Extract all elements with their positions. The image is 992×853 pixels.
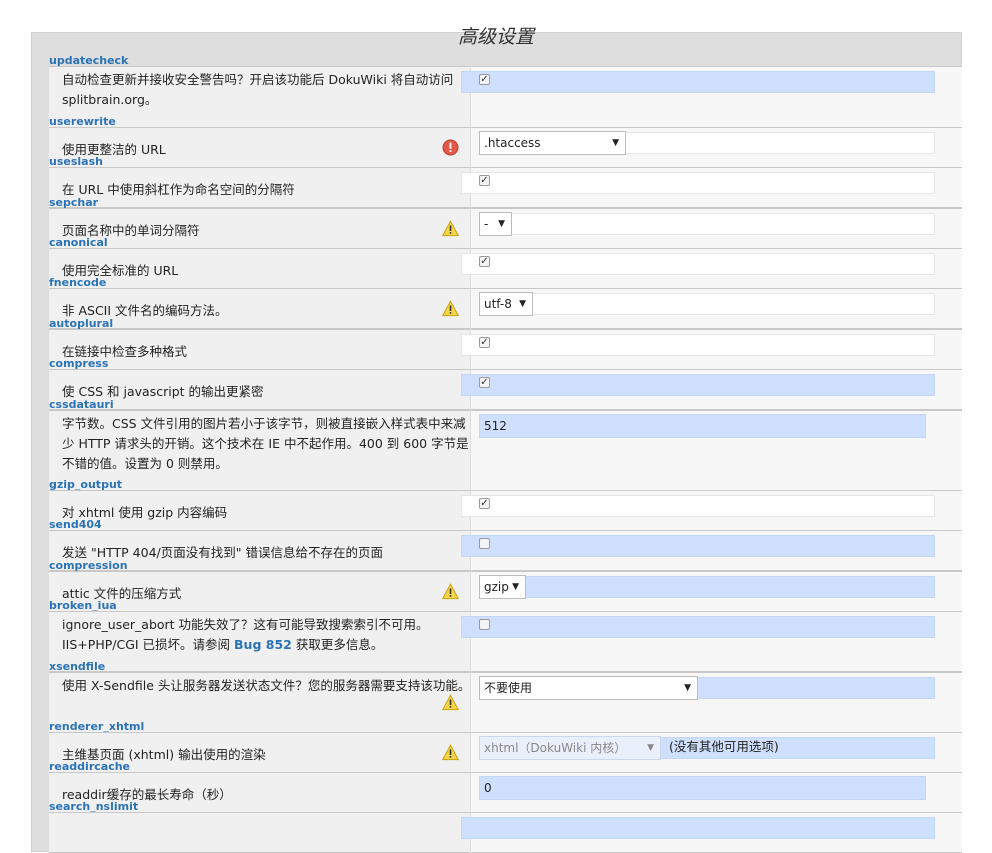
value-input-box[interactable] [461, 71, 935, 93]
value-input-box[interactable] [461, 172, 935, 194]
warning-icon [441, 744, 460, 761]
cssdatauri-input[interactable]: 512 [479, 414, 926, 438]
value-input-box[interactable] [461, 374, 935, 396]
setting-description: 使用 X-Sendfile 头让服务器发送状态文件？您的服务器需要支持该功能。 [62, 678, 471, 693]
value-input-box[interactable] [461, 616, 935, 638]
compression-select[interactable]: gzip ▼ [479, 575, 526, 599]
warning-icon [441, 583, 460, 600]
chevron-down-icon: ▼ [612, 138, 619, 148]
readdircache-input[interactable]: 0 [479, 776, 926, 800]
autoplural-checkbox[interactable]: ✓ [479, 337, 490, 348]
select-value: - [484, 217, 489, 231]
value-input-box[interactable] [497, 576, 935, 598]
description-text: 获取更多信息。 [291, 637, 384, 652]
xsendfile-select[interactable]: 不要使用 ▼ [479, 676, 698, 700]
select-value: 不要使用 [484, 681, 533, 695]
chevron-down-icon: ▼ [498, 219, 505, 229]
fnencode-select[interactable]: utf-8 ▼ [479, 292, 533, 316]
no-other-options-note: (没有其他可用选项) [669, 739, 779, 754]
bug-852-link[interactable]: Bug 852 [234, 637, 292, 652]
error-icon [442, 139, 459, 156]
chevron-down-icon: ▼ [519, 299, 526, 309]
value-input-box[interactable] [461, 535, 935, 557]
warning-icon [441, 694, 460, 711]
updatecheck-checkbox[interactable]: ✓ [479, 74, 490, 85]
select-value: xhtml（DokuWiki 内核） [484, 741, 627, 755]
sepchar-select[interactable]: - ▼ [479, 212, 512, 236]
compress-checkbox[interactable]: ✓ [479, 377, 490, 388]
warning-icon [441, 220, 460, 237]
value-input-box[interactable] [597, 132, 935, 154]
setting-row: search_nslimit [31, 800, 962, 853]
value-input-box[interactable] [461, 334, 935, 356]
gzip_output-checkbox[interactable]: ✓ [479, 498, 490, 509]
chevron-down-icon: ▼ [684, 683, 691, 693]
useslash-checkbox[interactable]: ✓ [479, 175, 490, 186]
section-title: 高级设置 [457, 26, 534, 48]
value-input-box[interactable] [668, 677, 935, 699]
value-input-box[interactable] [461, 495, 935, 517]
setting-description: 自动检查更新并接收安全警告吗？开启该功能后 DokuWiki 将自动访问 spl… [62, 72, 454, 107]
broken_iua-checkbox[interactable] [479, 619, 490, 630]
config-page: 高级设置 updatecheck 自动检查更新并接收安全警告吗？开启该功能后 Do… [0, 0, 992, 853]
select-value: gzip [484, 580, 509, 594]
value-input-box[interactable] [461, 817, 935, 839]
value-input-box[interactable] [461, 253, 935, 275]
value-input-box[interactable] [502, 293, 935, 315]
setting-description: ignore_user_abort 功能失效了？这有可能导致搜索索引不可用。II… [62, 615, 472, 655]
canonical-checkbox[interactable]: ✓ [479, 256, 490, 267]
chevron-down-icon: ▼ [512, 582, 519, 592]
send404-checkbox[interactable] [479, 538, 490, 549]
setting-description: 字节数。CSS 文件引用的图片若小于该字节，则被直接嵌入样式表中来减少 HTTP… [62, 416, 469, 471]
warning-icon [441, 300, 460, 317]
select-value: utf-8 [484, 297, 512, 311]
userewrite-select[interactable]: .htaccess ▼ [479, 131, 626, 155]
chevron-down-icon: ▼ [647, 743, 654, 753]
renderer_xhtml-select: xhtml（DokuWiki 内核） ▼ [479, 736, 661, 760]
setting-label-cell [49, 812, 470, 853]
value-input-box[interactable] [481, 213, 935, 235]
select-value: .htaccess [484, 136, 541, 150]
